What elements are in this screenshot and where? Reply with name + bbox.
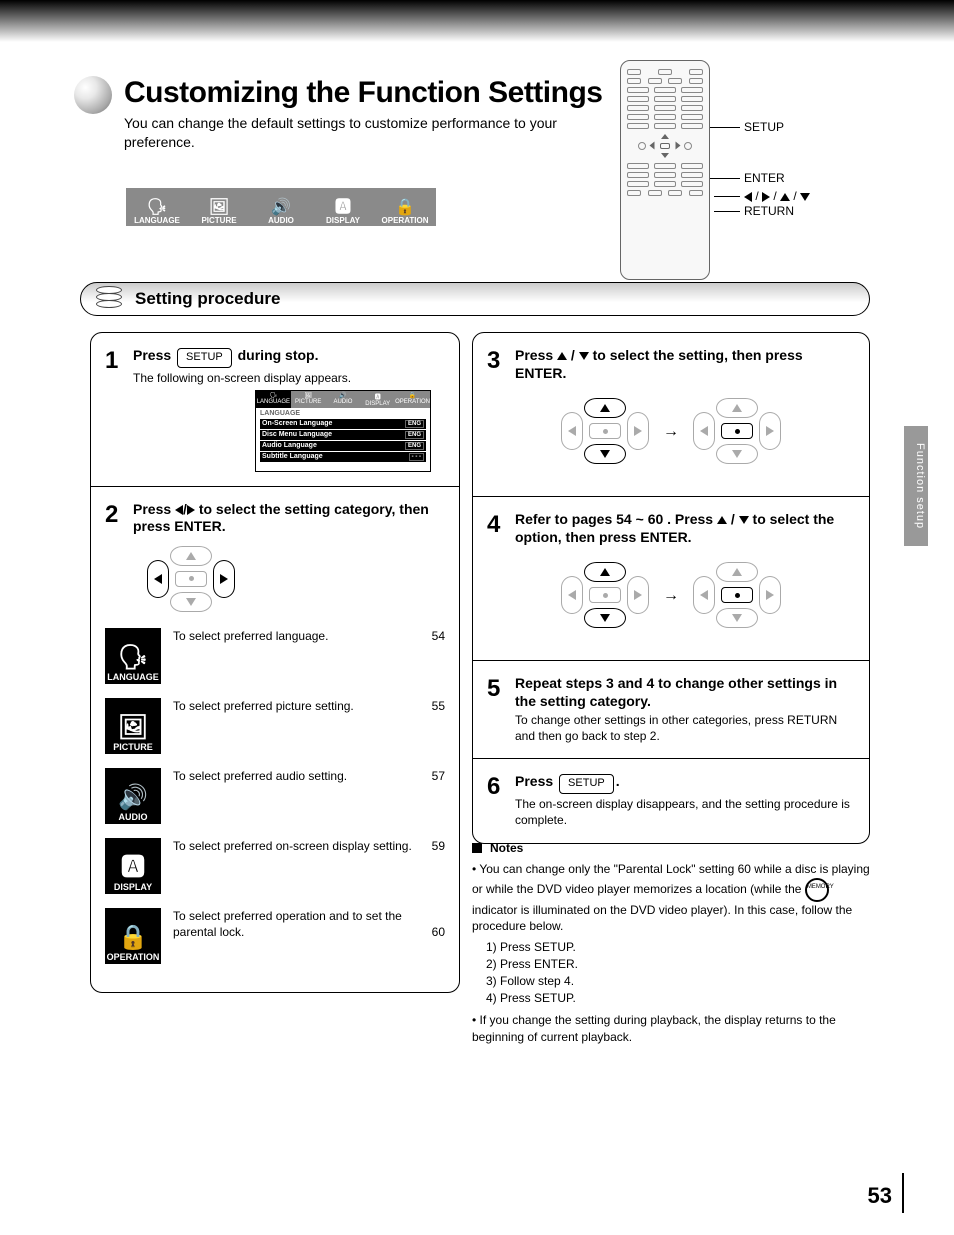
stack-icon	[96, 286, 124, 312]
note-substep-4: 4) Press SETUP.	[486, 990, 870, 1007]
dpad-enter	[687, 396, 787, 466]
step-6-heading: Press SETUP.	[515, 773, 855, 794]
dpad-enter	[687, 560, 787, 630]
note-substep-2: 2) Press ENTER.	[486, 956, 870, 973]
audio-icon: 🔊AUDIO	[250, 188, 312, 226]
remote-label-dirpad: / / /	[744, 189, 810, 203]
dpad-left-right	[141, 544, 241, 614]
left-steps-panel: 1 Press SETUP during stop. The following…	[90, 332, 460, 993]
remote-label-setup: SETUP	[744, 120, 784, 134]
step-3-heading: Press / to select the setting, then pres…	[515, 347, 855, 382]
step-5-sub: To change other settings in other catego…	[515, 712, 855, 744]
picture-icon: 🖼PICTURE	[105, 698, 161, 754]
note-2: • If you change the setting during playb…	[472, 1012, 870, 1046]
step-2-heading: Press / to select the setting category, …	[133, 501, 445, 536]
arrow-icon: →	[663, 587, 679, 605]
header-gradient	[0, 0, 954, 42]
note-1: • You can change only the "Parental Lock…	[472, 861, 870, 935]
arrow-icon: →	[663, 423, 679, 441]
note-substep-1: 1) Press SETUP.	[486, 939, 870, 956]
step-6-number: 6	[487, 773, 515, 828]
dpad-updown	[555, 396, 655, 466]
osd-preview: 🗣LANGUAGE 🖼PICTURE 🔊AUDIO 🅰DISPLAY 🔒OPER…	[255, 390, 431, 472]
remote-label-enter: ENTER	[744, 171, 785, 185]
page-subtitle: You can change the default settings to c…	[124, 114, 594, 152]
step-1-number: 1	[105, 347, 133, 386]
sidebar-tab: Function setup	[904, 426, 928, 546]
operation-icon: 🔒OPERATION	[105, 908, 161, 964]
operation-icon: 🔒OPERATION	[374, 188, 436, 226]
memory-indicator-icon: MEMORY	[805, 878, 829, 902]
notes-section: Notes • You can change only the "Parenta…	[472, 840, 870, 1046]
step-3-number: 3	[487, 347, 515, 382]
setup-button-inline: SETUP	[559, 774, 614, 794]
step-5-heading: Repeat steps 3 and 4 to change other set…	[515, 675, 855, 710]
step-1-heading: Press SETUP during stop.	[133, 347, 445, 368]
step-5-number: 5	[487, 675, 515, 744]
language-icon: 🗣LANGUAGE	[126, 188, 188, 226]
page-number: 53	[868, 1183, 892, 1209]
audio-icon: 🔊AUDIO	[105, 768, 161, 824]
dpad-updown	[555, 560, 655, 630]
page-number-rule	[902, 1173, 904, 1213]
note-substep-3: 3) Follow step 4.	[486, 973, 870, 990]
right-steps-panel: 3 Press / to select the setting, then pr…	[472, 332, 870, 844]
square-bullet-icon	[472, 843, 482, 853]
sphere-bullet	[74, 76, 112, 114]
step-4-number: 4	[487, 511, 515, 546]
menu-icon-row: 🗣LANGUAGE 🖼PICTURE 🔊AUDIO 🅰DISPLAY 🔒OPER…	[126, 188, 436, 226]
page-title: Customizing the Function Settings	[124, 76, 602, 110]
remote-control-diagram	[620, 60, 710, 280]
display-icon: 🅰DISPLAY	[312, 188, 374, 226]
category-icon-list: 🗣LANGUAGE To select preferred language. …	[105, 628, 445, 964]
procedure-heading-bar: Setting procedure	[80, 282, 870, 316]
picture-icon: 🖼PICTURE	[188, 188, 250, 226]
step-4-heading: Refer to pages 54 ~ 60 . Press / to sele…	[515, 511, 855, 546]
remote-label-return: RETURN	[744, 204, 794, 218]
step-6-sub: The on-screen display disappears, and th…	[515, 796, 855, 828]
step-1-sub: The following on-screen display appears.	[133, 370, 445, 386]
display-icon: 🅰DISPLAY	[105, 838, 161, 894]
setup-button-inline: SETUP	[177, 348, 232, 368]
language-icon: 🗣LANGUAGE	[105, 628, 161, 684]
step-2-number: 2	[105, 501, 133, 536]
